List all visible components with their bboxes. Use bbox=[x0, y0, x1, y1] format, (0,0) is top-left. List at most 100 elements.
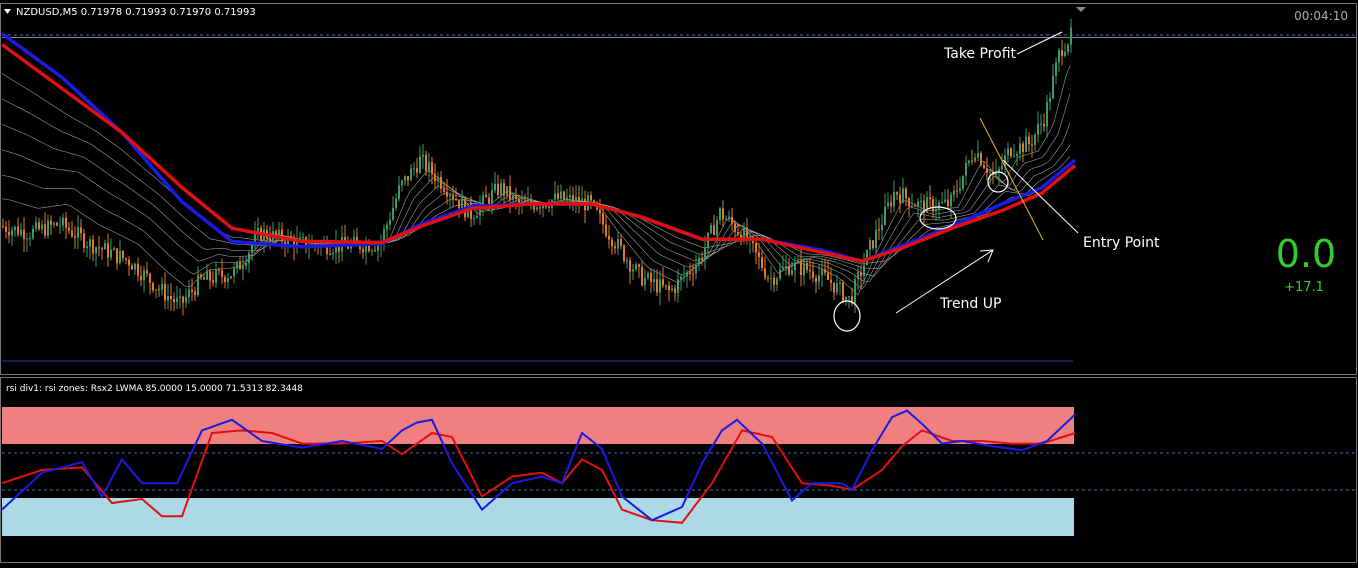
candle-body bbox=[455, 199, 457, 200]
candle-body bbox=[716, 220, 718, 236]
candle-body bbox=[230, 276, 232, 279]
candle-body bbox=[674, 288, 676, 293]
candle-body bbox=[788, 266, 790, 275]
candle-body bbox=[647, 273, 649, 278]
candle-body bbox=[431, 162, 433, 174]
candle-body bbox=[863, 265, 865, 277]
candle-body bbox=[329, 253, 331, 255]
candle-body bbox=[206, 271, 208, 280]
candle-body bbox=[650, 273, 652, 283]
candle-body bbox=[905, 188, 907, 199]
candle-body bbox=[302, 236, 304, 238]
candle-body bbox=[527, 199, 529, 202]
candle-body bbox=[884, 206, 886, 225]
candle-body bbox=[143, 270, 145, 281]
candle-body bbox=[128, 259, 130, 266]
candle-body bbox=[1040, 123, 1042, 125]
candle-body bbox=[191, 289, 193, 292]
candle-body bbox=[605, 224, 607, 236]
candle-body bbox=[770, 277, 772, 279]
candle-body bbox=[158, 289, 160, 291]
candle-body bbox=[812, 271, 814, 278]
candle-body bbox=[629, 260, 631, 272]
candle-body bbox=[950, 194, 952, 207]
candle-body bbox=[404, 176, 406, 181]
candle-body bbox=[116, 248, 118, 263]
candle-body bbox=[131, 265, 133, 270]
candle-body bbox=[698, 257, 700, 266]
candle-body bbox=[962, 175, 964, 189]
candle-body bbox=[932, 199, 934, 212]
candle-body bbox=[560, 191, 562, 199]
candle-body bbox=[473, 218, 475, 219]
candle-body bbox=[878, 229, 880, 231]
candle-body bbox=[860, 272, 862, 277]
candle-body bbox=[1025, 137, 1027, 152]
candle-body bbox=[914, 205, 916, 207]
candle-body bbox=[23, 229, 25, 240]
candle-body bbox=[947, 199, 949, 207]
candle-body bbox=[65, 217, 67, 228]
candle-body bbox=[239, 262, 241, 270]
candle-body bbox=[902, 188, 904, 203]
candle-body bbox=[122, 251, 124, 259]
candle-body bbox=[668, 285, 670, 291]
candle-body bbox=[632, 269, 634, 272]
candle-body bbox=[377, 245, 379, 251]
candle-body bbox=[71, 230, 73, 237]
candle-body bbox=[926, 197, 928, 213]
candle-body bbox=[179, 296, 181, 298]
candle-body bbox=[635, 264, 637, 270]
candle-body bbox=[779, 269, 781, 279]
candle-body bbox=[809, 270, 811, 272]
candle-body bbox=[728, 216, 730, 219]
candle-body bbox=[722, 208, 724, 220]
candle-body bbox=[644, 277, 646, 286]
candle-body bbox=[458, 199, 460, 209]
candle-body bbox=[968, 160, 970, 163]
candle-body bbox=[791, 270, 793, 275]
candle-body bbox=[134, 263, 136, 270]
candle-body bbox=[1022, 143, 1024, 152]
candle-body bbox=[443, 188, 445, 192]
candle-body bbox=[737, 232, 739, 235]
candle-body bbox=[80, 227, 82, 234]
candle-body bbox=[371, 250, 373, 252]
candle-body bbox=[164, 284, 166, 301]
candle-body bbox=[1013, 155, 1015, 157]
candle-body bbox=[767, 277, 769, 279]
candle-body bbox=[35, 222, 37, 229]
candle-body bbox=[941, 201, 943, 203]
candle-body bbox=[497, 183, 499, 195]
candle-body bbox=[875, 229, 877, 249]
candle-body bbox=[602, 213, 604, 225]
candle-body bbox=[137, 263, 139, 276]
candle-timer: 00:04:10 bbox=[1294, 9, 1348, 23]
candle-body bbox=[911, 205, 913, 207]
candle-body bbox=[938, 202, 940, 210]
candle-body bbox=[500, 183, 502, 195]
main-pane-header: NZDUSD,M5 0.71978 0.71993 0.71970 0.7199… bbox=[16, 7, 256, 18]
candle-body bbox=[617, 238, 619, 249]
candle-body bbox=[806, 263, 808, 271]
candle-body bbox=[671, 288, 673, 291]
candle-body bbox=[620, 238, 622, 246]
candle-body bbox=[14, 226, 16, 231]
candle-body bbox=[77, 227, 79, 238]
candle-body bbox=[1001, 166, 1003, 169]
candle-body bbox=[218, 269, 220, 271]
candle-body bbox=[686, 272, 688, 277]
candle-body bbox=[425, 154, 427, 171]
candle-body bbox=[539, 207, 541, 209]
candle-body bbox=[797, 260, 799, 263]
candle-body bbox=[461, 198, 463, 209]
candle-body bbox=[893, 192, 895, 207]
candle-body bbox=[410, 168, 412, 181]
candle-body bbox=[242, 266, 244, 270]
candle-body bbox=[476, 215, 478, 219]
candle-body bbox=[392, 207, 394, 220]
candle-body bbox=[755, 243, 757, 253]
candle-body bbox=[713, 225, 715, 236]
candle-body bbox=[326, 242, 328, 254]
candle-body bbox=[794, 262, 796, 271]
